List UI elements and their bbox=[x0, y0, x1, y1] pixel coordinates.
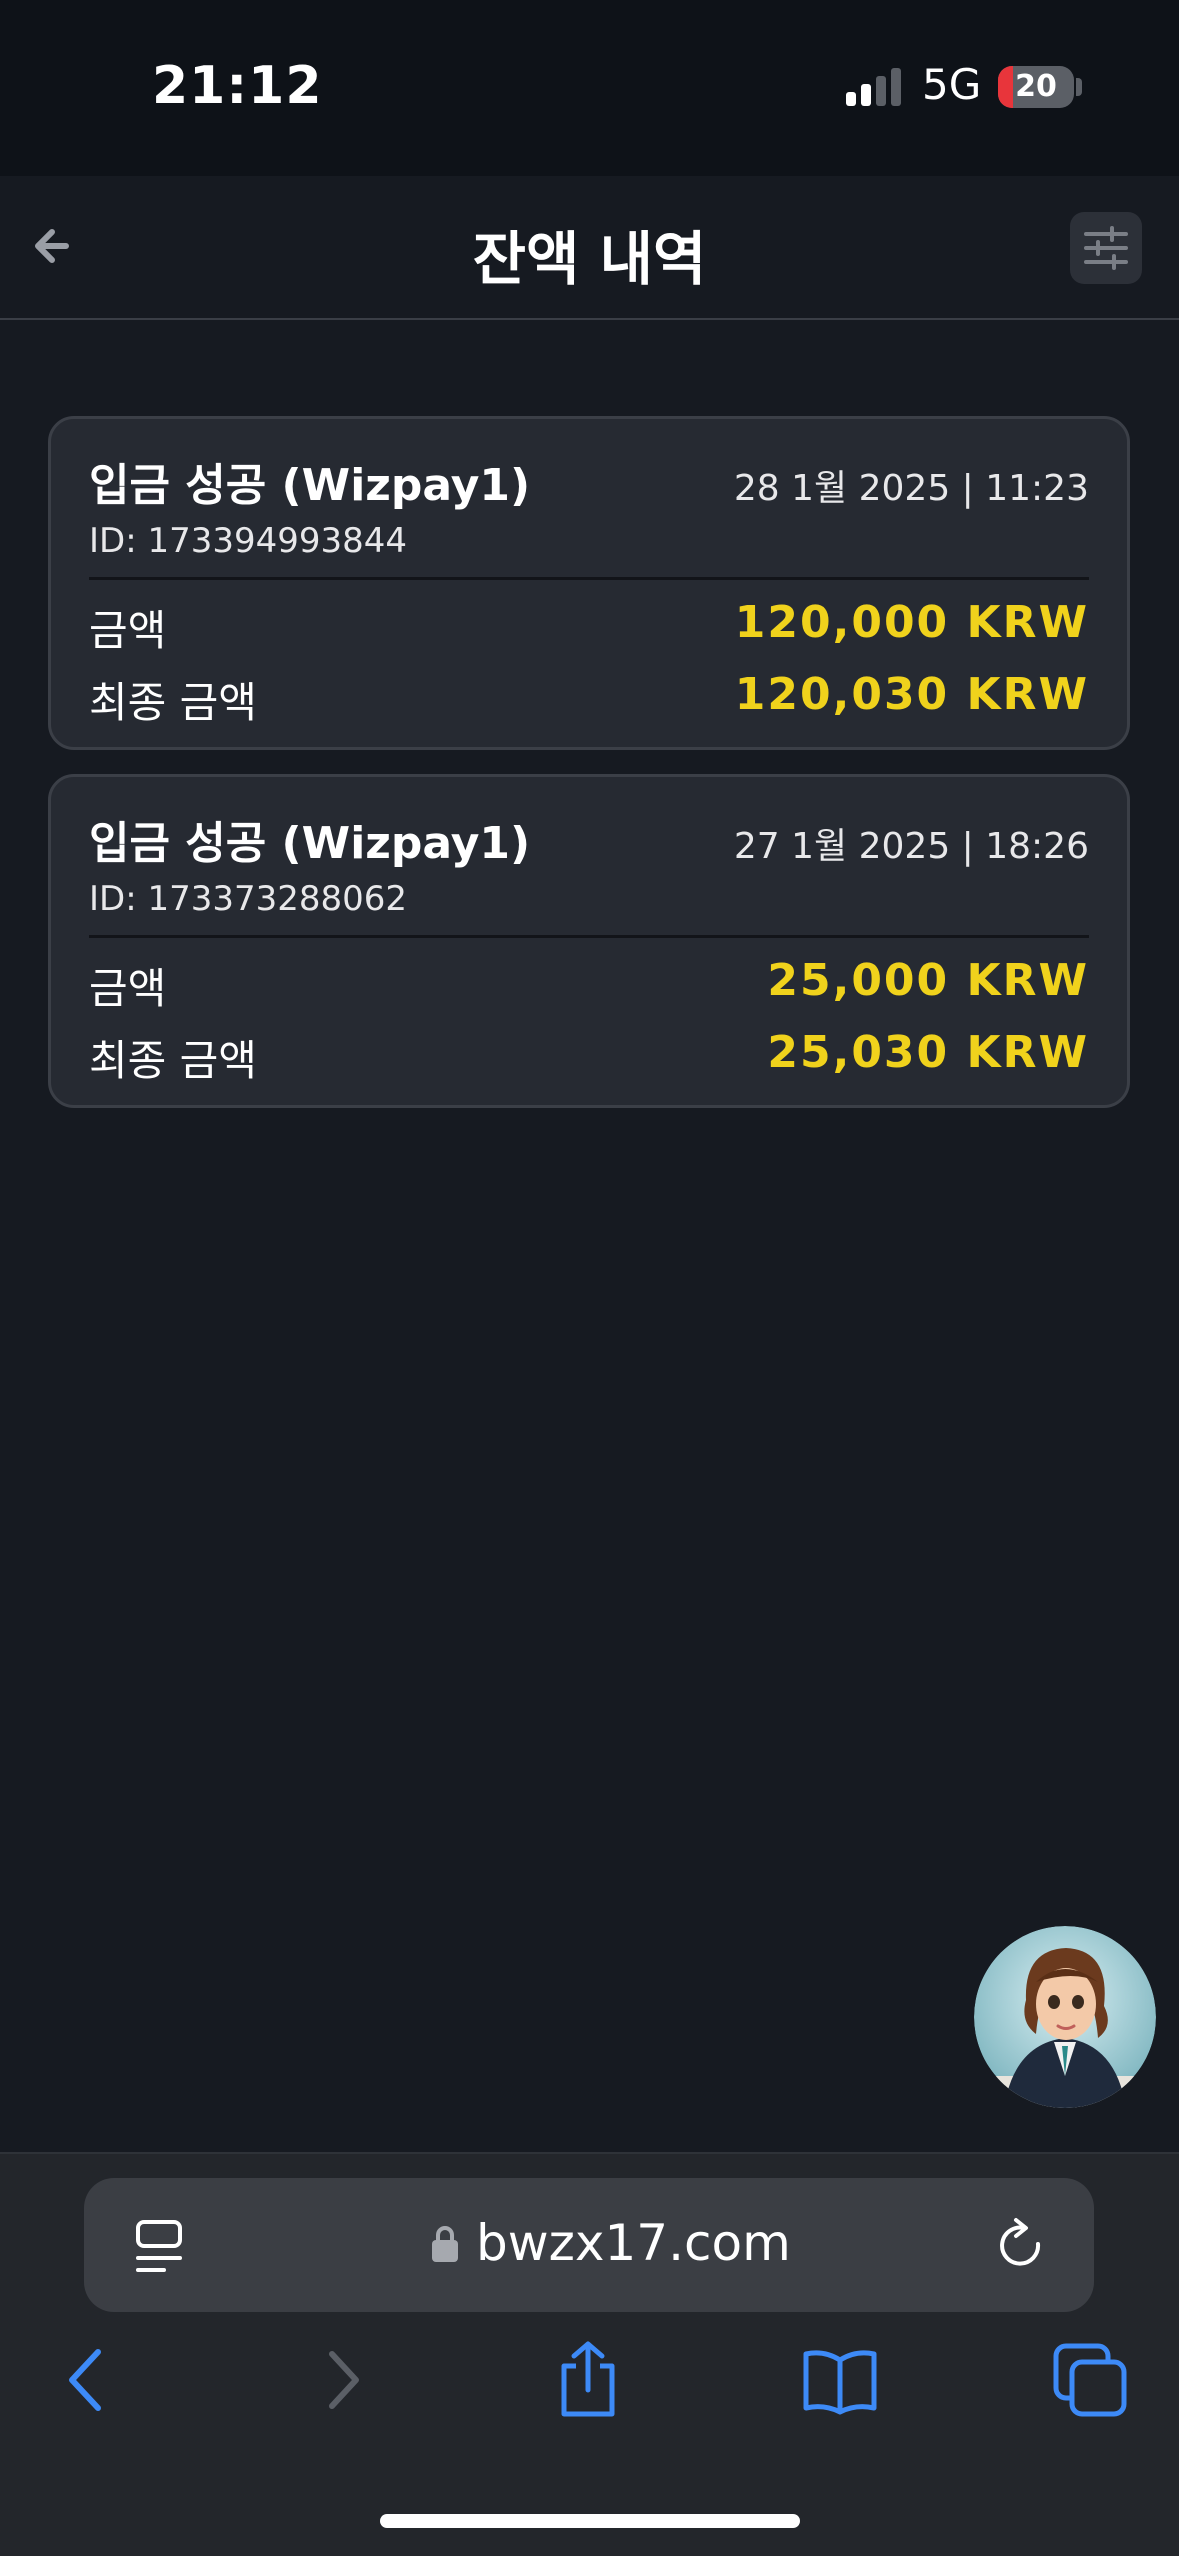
card-divider bbox=[89, 577, 1089, 580]
battery-icon: 20 bbox=[998, 66, 1074, 108]
transaction-date: 27 1월 2025 | 18:26 bbox=[733, 826, 1089, 867]
reload-icon[interactable] bbox=[994, 2216, 1050, 2276]
browser-forward-icon[interactable] bbox=[302, 2340, 382, 2420]
amount-label: 금액 bbox=[89, 606, 167, 655]
amount-value: 120,000 KRW bbox=[734, 597, 1089, 648]
url-text: bwzx17.com bbox=[476, 2214, 791, 2272]
transaction-card[interactable]: 입금 성공 (Wizpay1) 27 1월 2025 | 18:26 ID: 1… bbox=[48, 774, 1130, 1108]
final-amount-label: 최종 금액 bbox=[89, 1036, 257, 1085]
bookmarks-icon[interactable] bbox=[800, 2340, 880, 2420]
battery-cap bbox=[1076, 78, 1082, 96]
battery-percent: 20 bbox=[1015, 69, 1057, 104]
page-title: 잔액 내역 bbox=[472, 225, 707, 293]
transaction-title: 입금 성공 (Wizpay1) bbox=[89, 460, 531, 511]
signal-strength-icon bbox=[846, 68, 901, 106]
transaction-date: 28 1월 2025 | 11:23 bbox=[733, 468, 1089, 509]
home-indicator[interactable] bbox=[380, 2514, 800, 2528]
browser-back-icon[interactable] bbox=[48, 2340, 128, 2420]
share-icon[interactable] bbox=[548, 2340, 628, 2420]
page-header: 잔액 내역 bbox=[0, 176, 1179, 320]
network-type: 5G bbox=[922, 60, 982, 109]
avatar-icon bbox=[974, 1926, 1156, 2108]
lock-icon bbox=[432, 2226, 458, 2262]
transaction-id: ID: 173394993844 bbox=[89, 521, 408, 561]
tab-overview-icon[interactable] bbox=[134, 2218, 184, 2274]
status-bar: 21:12 5G 20 bbox=[0, 0, 1179, 176]
amount-label: 금액 bbox=[89, 964, 167, 1013]
address-bar[interactable]: bwzx17.com bbox=[84, 2178, 1094, 2312]
screen: 21:12 5G 20 잔액 내역 입금 성공 (Wizpay1) 28 1월 … bbox=[0, 0, 1179, 2556]
final-amount-value: 25,030 KRW bbox=[767, 1027, 1089, 1078]
transaction-title: 입금 성공 (Wizpay1) bbox=[89, 818, 531, 869]
support-chat-avatar[interactable] bbox=[974, 1926, 1156, 2108]
final-amount-value: 120,030 KRW bbox=[734, 669, 1089, 720]
tabs-icon[interactable] bbox=[1050, 2340, 1130, 2420]
status-time: 21:12 bbox=[152, 56, 323, 116]
transaction-card[interactable]: 입금 성공 (Wizpay1) 28 1월 2025 | 11:23 ID: 1… bbox=[48, 416, 1130, 750]
amount-value: 25,000 KRW bbox=[767, 955, 1089, 1006]
filter-button[interactable] bbox=[1070, 212, 1142, 284]
transaction-list: 입금 성공 (Wizpay1) 28 1월 2025 | 11:23 ID: 1… bbox=[48, 416, 1130, 1132]
final-amount-label: 최종 금액 bbox=[89, 678, 257, 727]
transaction-id: ID: 173373288062 bbox=[89, 879, 408, 919]
sliders-icon bbox=[1084, 226, 1128, 270]
card-divider bbox=[89, 935, 1089, 938]
